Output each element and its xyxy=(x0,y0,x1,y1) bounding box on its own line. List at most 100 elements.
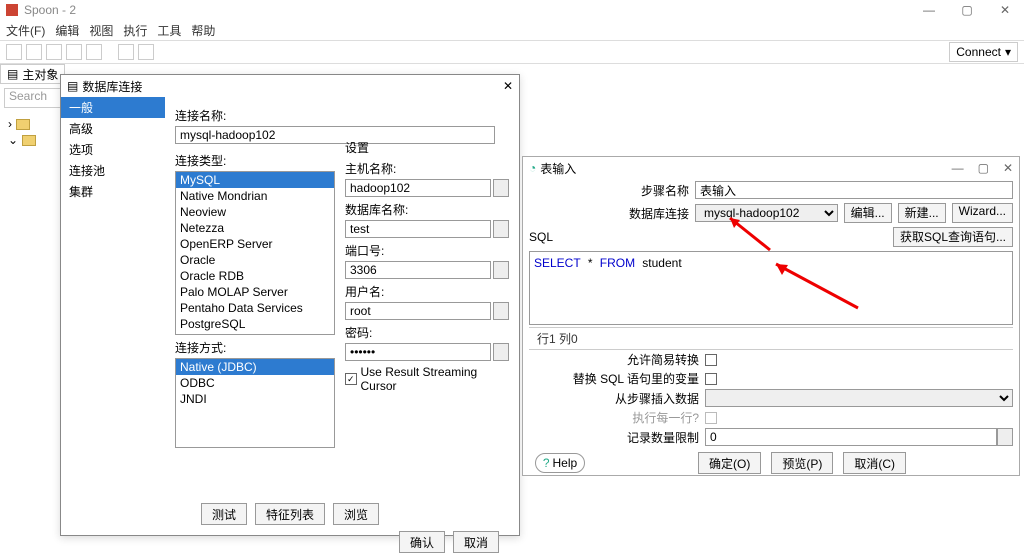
close-icon[interactable]: ✕ xyxy=(1003,161,1013,175)
ok-button[interactable]: 确定(O) xyxy=(698,452,761,474)
dbname-label: 数据库名称: xyxy=(345,201,509,218)
pass-input[interactable]: •••••• xyxy=(345,343,491,361)
var-icon[interactable] xyxy=(493,179,509,197)
type-item[interactable]: Oracle RDB xyxy=(176,268,334,284)
app-titlebar: Spoon - 2 xyxy=(0,0,1024,20)
var-icon[interactable] xyxy=(997,428,1013,446)
cat-general[interactable]: 一般 xyxy=(61,97,165,118)
dbconn-select[interactable]: mysql-hadoop102 xyxy=(695,204,838,222)
toolbar: Connect ▾ xyxy=(0,40,1024,64)
browse-button[interactable]: 浏览 xyxy=(333,503,379,525)
type-item[interactable]: Redshift xyxy=(176,332,334,335)
step-icon: ◔ xyxy=(529,161,536,175)
allow-lazy-label: 允许简易转换 xyxy=(529,351,699,368)
cat-advanced[interactable]: 高级 xyxy=(61,118,165,139)
access-label: 连接方式: xyxy=(175,339,335,356)
edit-button[interactable]: 编辑... xyxy=(844,203,892,223)
access-list[interactable]: Native (JDBC) ODBC JNDI xyxy=(175,358,335,448)
access-native[interactable]: Native (JDBC) xyxy=(176,359,334,375)
get-sql-button[interactable]: 获取SQL查询语句... xyxy=(893,227,1013,247)
var-icon[interactable] xyxy=(493,220,509,238)
type-mysql[interactable]: MySQL xyxy=(176,172,334,188)
menu-edit[interactable]: 编辑 xyxy=(55,22,79,39)
sql-editor[interactable]: SELECT * FROM student xyxy=(529,251,1013,325)
dialog-title: 数据库连接 xyxy=(82,78,142,95)
perspective-icon[interactable] xyxy=(118,44,134,60)
cat-options[interactable]: 选项 xyxy=(61,139,165,160)
check-icon: ✓ xyxy=(345,373,357,385)
help-button[interactable]: ?Help xyxy=(535,453,585,473)
streaming-cursor-checkbox[interactable]: ✓ Use Result Streaming Cursor xyxy=(345,365,509,393)
conn-type-list[interactable]: MySQL Native Mondrian Neoview Netezza Op… xyxy=(175,171,335,335)
app-title: Spoon - 2 xyxy=(24,3,76,17)
access-jndi[interactable]: JNDI xyxy=(176,391,334,407)
doc-icon: ▤ xyxy=(7,67,18,81)
replace-vars-checkbox[interactable] xyxy=(705,373,717,385)
open-icon[interactable] xyxy=(26,44,42,60)
limit-input[interactable] xyxy=(705,428,997,446)
wizard-button[interactable]: Wizard... xyxy=(952,203,1013,223)
collapse-icon[interactable]: ⌄ xyxy=(8,133,18,147)
var-icon[interactable] xyxy=(493,302,509,320)
type-item[interactable]: Netezza xyxy=(176,220,334,236)
type-item[interactable]: Palo MOLAP Server xyxy=(176,284,334,300)
preview-button[interactable]: 预览(P) xyxy=(771,452,833,474)
connect-button[interactable]: Connect ▾ xyxy=(949,42,1018,62)
minimize-icon[interactable]: — xyxy=(952,161,964,175)
close-icon[interactable]: ✕ xyxy=(986,0,1024,20)
type-item[interactable]: OpenERP Server xyxy=(176,236,334,252)
db-icon[interactable] xyxy=(138,44,154,60)
dialog-icon: ▤ xyxy=(67,79,78,93)
type-item[interactable]: Neoview xyxy=(176,204,334,220)
explore-icon[interactable] xyxy=(46,44,62,60)
expand-icon[interactable]: › xyxy=(8,117,12,131)
type-item[interactable]: Oracle xyxy=(176,252,334,268)
minimize-icon[interactable]: — xyxy=(910,0,948,20)
menubar: 文件(F) 编辑 视图 执行 工具 帮助 xyxy=(0,20,1024,40)
conn-name-label: 连接名称: xyxy=(175,107,335,124)
type-item[interactable]: Pentaho Data Services xyxy=(176,300,334,316)
maximize-icon[interactable]: ▢ xyxy=(978,161,989,175)
allow-lazy-checkbox[interactable] xyxy=(705,354,717,366)
menu-file[interactable]: 文件(F) xyxy=(6,22,45,39)
user-label: 用户名: xyxy=(345,283,509,300)
step-name-label: 步骤名称 xyxy=(529,182,689,199)
maximize-icon[interactable]: ▢ xyxy=(948,0,986,20)
new-button[interactable]: 新建... xyxy=(898,203,946,223)
close-icon[interactable]: ✕ xyxy=(503,79,513,93)
type-item[interactable]: Native Mondrian xyxy=(176,188,334,204)
cursor-status: 行1 列0 xyxy=(529,327,1013,350)
save-icon[interactable] xyxy=(66,44,82,60)
saveas-icon[interactable] xyxy=(86,44,102,60)
step-name-input[interactable] xyxy=(695,181,1013,199)
pass-label: 密码: xyxy=(345,324,509,341)
type-item[interactable]: PostgreSQL xyxy=(176,316,334,332)
var-icon[interactable] xyxy=(493,343,509,361)
cat-cluster[interactable]: 集群 xyxy=(61,181,165,202)
cat-pool[interactable]: 连接池 xyxy=(61,160,165,181)
test-button[interactable]: 测试 xyxy=(201,503,247,525)
each-row-checkbox xyxy=(705,412,717,424)
menu-tools[interactable]: 工具 xyxy=(157,22,181,39)
port-input[interactable]: 3306 xyxy=(345,261,491,279)
category-list: 一般 高级 选项 连接池 集群 xyxy=(61,97,165,497)
cancel-button[interactable]: 取消 xyxy=(453,531,499,553)
dbname-input[interactable]: test xyxy=(345,220,491,238)
feature-list-button[interactable]: 特征列表 xyxy=(255,503,325,525)
access-odbc[interactable]: ODBC xyxy=(176,375,334,391)
dialog-title: 表输入 xyxy=(540,160,576,177)
menu-view[interactable]: 视图 xyxy=(89,22,113,39)
cancel-button[interactable]: 取消(C) xyxy=(843,452,906,474)
tab-main-objects[interactable]: ▤ 主对象 xyxy=(0,64,65,84)
ok-button[interactable]: 确认 xyxy=(399,531,445,553)
var-icon[interactable] xyxy=(493,261,509,279)
user-input[interactable]: root xyxy=(345,302,491,320)
replace-vars-label: 替换 SQL 语句里的变量 xyxy=(529,370,699,387)
from-step-select[interactable] xyxy=(705,389,1013,407)
new-icon[interactable] xyxy=(6,44,22,60)
conn-type-label: 连接类型: xyxy=(175,152,335,169)
menu-run[interactable]: 执行 xyxy=(123,22,147,39)
host-label: 主机名称: xyxy=(345,160,509,177)
menu-help[interactable]: 帮助 xyxy=(191,22,215,39)
host-input[interactable]: hadoop102 xyxy=(345,179,491,197)
